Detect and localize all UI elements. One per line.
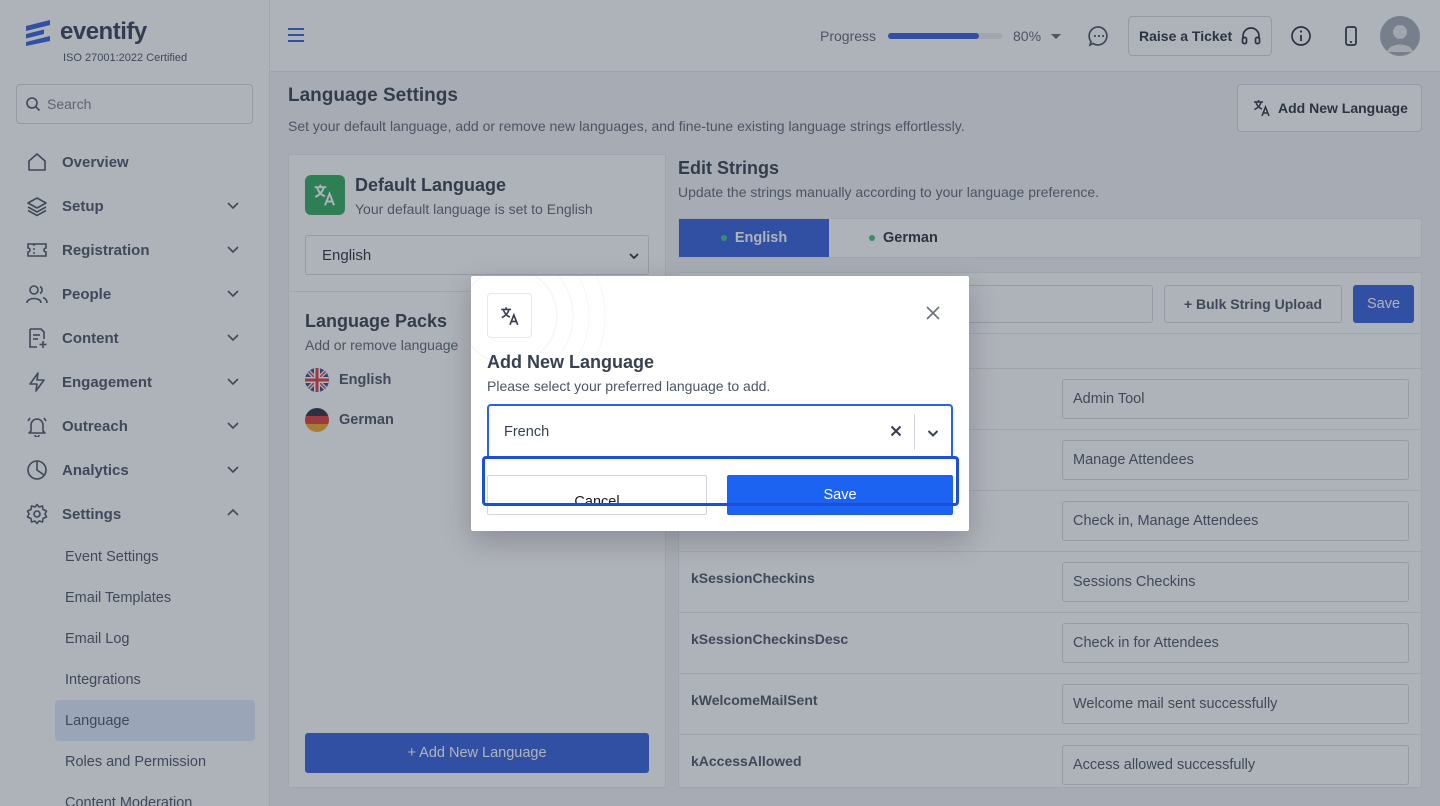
focus-outline xyxy=(482,456,959,506)
language-select-value: French xyxy=(504,424,550,440)
add-language-modal: Add New Language Please select your pref… xyxy=(471,276,969,531)
modal-subtitle: Please select your preferred language to… xyxy=(487,378,771,394)
language-select[interactable]: French xyxy=(487,404,953,459)
modal-title: Add New Language xyxy=(487,352,655,372)
chevron-down-icon[interactable] xyxy=(926,426,940,440)
modal-translate-icon xyxy=(487,293,532,338)
clear-selection-icon[interactable] xyxy=(889,424,903,438)
select-separator xyxy=(914,414,915,450)
close-icon[interactable] xyxy=(924,304,942,322)
